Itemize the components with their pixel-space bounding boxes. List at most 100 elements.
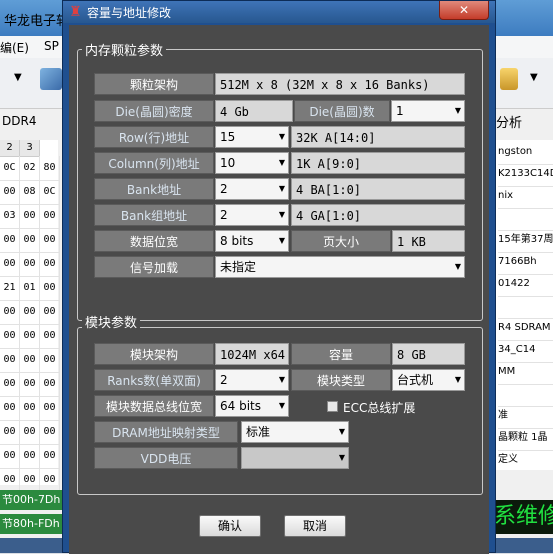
column-address-select[interactable]: 10 ▼ <box>215 152 289 174</box>
bus-width-label: 模块数据总线位宽 <box>94 395 214 417</box>
chevron-down-icon[interactable]: ▼ <box>530 72 538 83</box>
chevron-down-icon: ▼ <box>278 375 285 384</box>
grid-cell[interactable]: 00 <box>40 348 60 373</box>
dram-map-value: 标准 <box>246 425 271 439</box>
die-density-value: 4 Gb <box>215 100 293 122</box>
grid-cell[interactable]: 00 <box>20 420 40 445</box>
grid-cell[interactable]: 00 <box>40 252 60 277</box>
grid-cell[interactable]: 0C <box>0 156 20 181</box>
grid-cell[interactable]: 0C <box>40 180 60 205</box>
grid-cell[interactable]: 00 <box>40 228 60 253</box>
row-address-select[interactable]: 15 ▼ <box>215 126 289 148</box>
grid-cell[interactable]: 02 <box>20 156 40 181</box>
grid-cell[interactable]: 80 <box>40 156 60 181</box>
bank-group-value: 2 <box>220 208 228 222</box>
chip-arch-label: 颗粒架构 <box>94 73 214 95</box>
lock-icon[interactable] <box>500 68 518 90</box>
row-address-desc: 32K A[14:0] <box>291 126 465 148</box>
grid-cell[interactable]: 00 <box>0 396 20 421</box>
ecc-checkbox[interactable] <box>327 401 338 412</box>
row-address-label: Row(行)地址 <box>94 126 214 148</box>
grid-cell[interactable]: 00 <box>20 444 40 469</box>
chevron-down-icon: ▼ <box>454 375 461 384</box>
chevron-down-icon: ▼ <box>278 184 285 193</box>
dialog-title: 容量与地址修改 <box>87 6 172 20</box>
grid-cell[interactable]: 21 <box>0 276 20 301</box>
bank-address-label: Bank地址 <box>94 178 214 200</box>
memory-type-label: DDR4 <box>2 114 37 128</box>
menu-item-spd[interactable]: SP <box>44 39 59 53</box>
bank-group-select[interactable]: 2 ▼ <box>215 204 289 226</box>
grid-cell[interactable]: 00 <box>20 300 40 325</box>
grid-cell[interactable]: 00 <box>0 324 20 349</box>
grid-cell[interactable]: 00 <box>0 228 20 253</box>
module-arch-value: 1024M x64 <box>215 343 289 365</box>
grid-cell[interactable]: 00 <box>0 300 20 325</box>
row-address-value: 15 <box>220 130 236 144</box>
grid-cell[interactable]: 03 <box>0 204 20 229</box>
grid-cell[interactable]: 00 <box>40 372 60 397</box>
ecc-checkbox-label[interactable]: ECC总线扩展 <box>343 399 415 416</box>
chip-arch-value: 512M x 8 (32M x 8 x 16 Banks) <box>215 73 465 95</box>
grid-cell[interactable]: 00 <box>20 204 40 229</box>
grid-cell[interactable]: 00 <box>40 444 60 469</box>
grid-cell[interactable]: 00 <box>20 372 40 397</box>
ranks-select[interactable]: 2 ▼ <box>215 369 289 391</box>
chevron-down-icon: ▼ <box>454 262 461 271</box>
grid-cell[interactable]: 00 <box>20 396 40 421</box>
vdd-voltage-select[interactable]: ▼ <box>241 447 349 469</box>
dram-map-select[interactable]: 标准 ▼ <box>241 421 349 443</box>
grid-cell[interactable]: 00 <box>0 444 20 469</box>
grid-cell[interactable]: 00 <box>0 372 20 397</box>
signal-load-select[interactable]: 未指定 ▼ <box>215 256 465 278</box>
signal-load-label: 信号加载 <box>94 256 214 278</box>
grid-cell[interactable]: 00 <box>0 252 20 277</box>
chevron-down-icon: ▼ <box>454 106 461 115</box>
grid-cell[interactable]: 00 <box>40 420 60 445</box>
die-count-label: Die(晶圆)数 <box>294 100 390 122</box>
grid-cell[interactable]: 00 <box>40 204 60 229</box>
chevron-down-icon: ▼ <box>278 210 285 219</box>
analysis-panel-title: 分析 <box>496 116 523 131</box>
grid-cell[interactable]: 00 <box>40 324 60 349</box>
grid-cell[interactable]: 00 <box>40 396 60 421</box>
dialog-body: 内存颗粒参数 颗粒架构 512M x 8 (32M x 8 x 16 Banks… <box>69 25 489 554</box>
chip-tool-icon[interactable] <box>40 68 62 90</box>
grid-column-header: 2 <box>0 140 20 157</box>
cancel-button[interactable]: 取消 <box>284 515 346 537</box>
chevron-down-icon[interactable]: ▼ <box>14 72 22 83</box>
data-width-label: 数据位宽 <box>94 230 214 252</box>
dialog-titlebar[interactable]: ♜ 容量与地址修改 ✕ <box>63 1 495 23</box>
grid-cell[interactable]: 00 <box>0 180 20 205</box>
confirm-button[interactable]: 确认 <box>199 515 261 537</box>
bank-address-select[interactable]: 2 ▼ <box>215 178 289 200</box>
module-type-select[interactable]: 台式机 ▼ <box>392 369 465 391</box>
grid-cell[interactable]: 08 <box>20 180 40 205</box>
grid-cell[interactable]: 00 <box>40 300 60 325</box>
data-width-select[interactable]: 8 bits ▼ <box>215 230 289 252</box>
grid-cell[interactable]: 00 <box>0 420 20 445</box>
grid-cell[interactable]: 00 <box>20 252 40 277</box>
grid-cell[interactable]: 00 <box>40 276 60 301</box>
module-params-group-label: 模块参数 <box>82 312 141 331</box>
close-button[interactable]: ✕ <box>439 1 489 20</box>
bus-width-select[interactable]: 64 bits ▼ <box>215 395 289 417</box>
die-count-select[interactable]: 1 ▼ <box>391 100 465 122</box>
background-app-title: 华龙电子软 <box>4 14 70 29</box>
spd-analysis-list: ngston K2133C14D nix 15年第37周 7166Bh 01422 R4 S… <box>496 140 553 470</box>
signal-load-value: 未指定 <box>220 260 257 274</box>
grid-cell[interactable]: 00 <box>0 348 20 373</box>
module-type-value: 台式机 <box>397 373 434 387</box>
column-address-label: Column(列)地址 <box>94 152 214 174</box>
grid-cell[interactable]: 00 <box>20 324 40 349</box>
menu-item-edit[interactable]: 编(E) <box>0 39 29 56</box>
capacity-value: 8 GB <box>392 343 465 365</box>
grid-cell[interactable]: 00 <box>20 348 40 373</box>
data-width-value: 8 bits <box>220 234 254 248</box>
chevron-down-icon: ▼ <box>278 236 285 245</box>
grid-cell[interactable]: 01 <box>20 276 40 301</box>
capacity-label: 容量 <box>291 343 391 365</box>
status-range-high: 节80h-FDh <box>0 514 64 534</box>
chevron-down-icon: ▼ <box>278 132 285 141</box>
grid-cell[interactable]: 00 <box>20 228 40 253</box>
